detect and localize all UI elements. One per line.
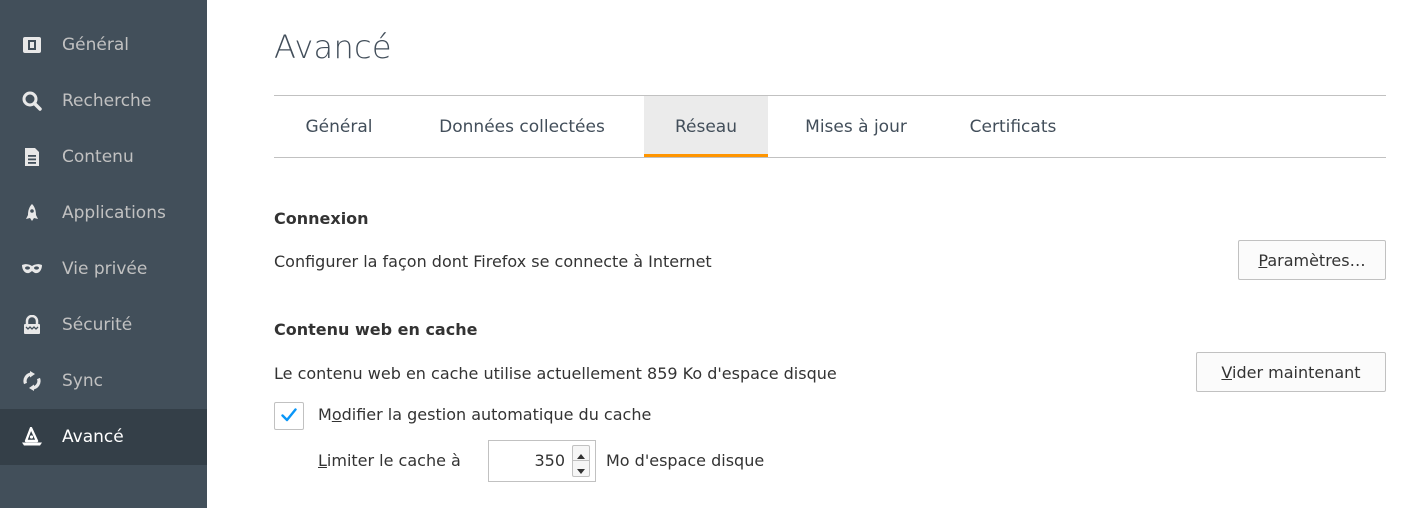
checkmark-icon — [281, 407, 297, 426]
sidebar-item-advanced[interactable]: Avancé — [0, 409, 207, 465]
sidebar-item-label: Applications — [62, 203, 166, 223]
sidebar-item-label: Recherche — [62, 91, 152, 111]
sidebar: Général Recherche Contenu Applications V… — [0, 0, 207, 508]
sidebar-item-label: Général — [62, 35, 129, 55]
tab-updates[interactable]: Mises à jour — [788, 96, 924, 158]
cache-description: Le contenu web en cache utilise actuelle… — [274, 364, 837, 383]
sidebar-item-security[interactable]: Sécurité — [0, 297, 207, 353]
divider — [274, 157, 1386, 158]
cache-unit-label: Mo d'espace disque — [606, 451, 765, 470]
arrow-down-icon — [577, 459, 585, 478]
document-icon — [21, 146, 43, 168]
tab-label: Général — [305, 117, 373, 137]
sidebar-item-label: Sync — [62, 371, 103, 391]
tab-label: Mises à jour — [805, 117, 907, 137]
sidebar-item-privacy[interactable]: Vie privée — [0, 241, 207, 297]
sidebar-item-general[interactable]: Général — [0, 17, 207, 73]
sidebar-item-label: Contenu — [62, 147, 134, 167]
tab-network[interactable]: Réseau — [644, 96, 768, 158]
sync-icon — [21, 370, 43, 392]
stepper-arrows — [572, 445, 590, 477]
sidebar-item-label: Sécurité — [62, 315, 133, 335]
tab-bar: Général Données collectées Réseau Mises … — [274, 96, 1386, 158]
general-icon — [21, 34, 43, 56]
sidebar-item-search[interactable]: Recherche — [0, 73, 207, 129]
tab-certificates[interactable]: Certificats — [958, 96, 1068, 158]
connection-settings-button[interactable]: Paramètres… — [1238, 240, 1386, 280]
mask-icon — [21, 258, 43, 280]
sidebar-item-label: Avancé — [62, 427, 124, 447]
sidebar-item-content[interactable]: Contenu — [0, 129, 207, 185]
cache-limit-label: Limiter le cache à — [318, 451, 461, 470]
tab-label: Certificats — [969, 117, 1057, 137]
clear-cache-button[interactable]: Vider maintenant — [1196, 352, 1386, 392]
sidebar-item-applications[interactable]: Applications — [0, 185, 207, 241]
cache-size-stepper[interactable]: 350 — [488, 440, 596, 482]
connexion-description: Configurer la façon dont Firefox se conn… — [274, 252, 712, 271]
override-cache-checkbox[interactable] — [274, 402, 304, 430]
cache-heading: Contenu web en cache — [274, 320, 478, 339]
decrement-button[interactable] — [573, 461, 589, 476]
tab-label: Données collectées — [439, 117, 605, 137]
search-icon — [21, 90, 43, 112]
cache-size-input[interactable]: 350 — [489, 441, 573, 481]
button-label: Paramètres… — [1258, 250, 1366, 270]
override-cache-label[interactable]: Modifier la gestion automatique du cache — [318, 405, 651, 424]
page-title: Avancé — [274, 28, 392, 66]
wizard-hat-icon — [21, 426, 43, 448]
connexion-heading: Connexion — [274, 209, 369, 228]
tab-data-collected[interactable]: Données collectées — [422, 96, 622, 158]
sidebar-item-sync[interactable]: Sync — [0, 353, 207, 409]
button-label: Vider maintenant — [1221, 362, 1361, 382]
tab-label: Réseau — [674, 117, 737, 137]
sidebar-item-label: Vie privée — [62, 259, 148, 279]
rocket-icon — [21, 202, 43, 224]
lock-icon — [21, 314, 43, 336]
tab-general[interactable]: Général — [288, 96, 390, 158]
